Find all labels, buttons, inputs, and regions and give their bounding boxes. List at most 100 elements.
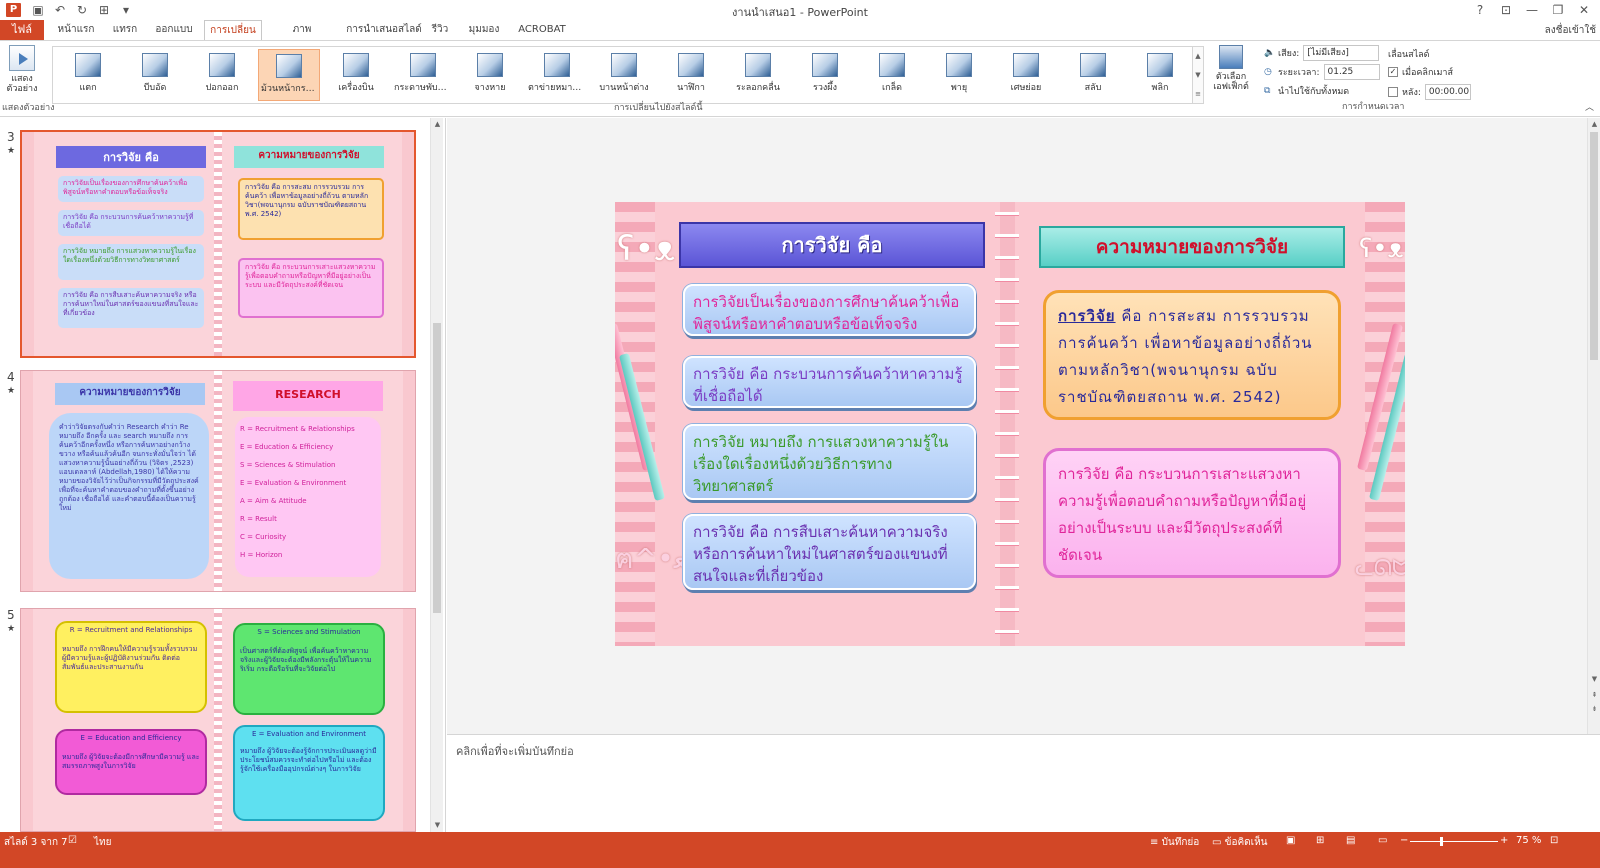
- transition-gallery: แตก บีบอัด ปอกออก ม้วนหน้ากระด... เครื่องบิน…: [52, 46, 1202, 104]
- duration-input[interactable]: 01.25: [1323, 64, 1380, 80]
- transition-icon: [343, 53, 369, 77]
- scroll-thumb[interactable]: [1590, 132, 1598, 360]
- transition-icon: [276, 54, 302, 78]
- zoom-in-icon[interactable]: +: [1500, 835, 1508, 846]
- transition-icon: [142, 53, 168, 77]
- transition-item[interactable]: เครื่องบิน: [325, 49, 387, 101]
- transition-item[interactable]: กระดาษพับญี่...: [392, 49, 454, 101]
- transition-label: ม้วนหน้ากระด...: [261, 84, 319, 94]
- transition-item[interactable]: จางหาย: [459, 49, 521, 101]
- transition-item[interactable]: ม้วนหน้ากระด...: [258, 49, 320, 101]
- slideshow-view-icon[interactable]: ▭: [1378, 835, 1387, 846]
- transition-item[interactable]: เกล็ด: [861, 49, 923, 101]
- slide-right-definition-2: การวิจัย คือ กระบวนการเสาะแสวงหาความรู้เ…: [1043, 448, 1341, 578]
- slide-number: 4: [7, 370, 15, 384]
- tab-review[interactable]: รีวิว: [428, 20, 452, 40]
- thumb-left-title: การวิจัย คือ: [56, 146, 206, 168]
- transition-item[interactable]: เศษย่อย: [995, 49, 1057, 101]
- tab-insert[interactable]: แทรก: [110, 20, 140, 40]
- minimize-icon[interactable]: —: [1520, 1, 1544, 19]
- zoom-out-icon[interactable]: −: [1400, 835, 1408, 846]
- duration-icon: ◷: [1264, 67, 1272, 77]
- current-slide[interactable]: ʕ•ᴥ•ʔ ʕ•ᴥ•ʔ ฅ^•ﻌ•^ฅ ᓚᘏᗢ การวิจัย คือ ควา…: [615, 202, 1405, 646]
- scroll-down-icon[interactable]: ▼: [1589, 674, 1600, 685]
- transition-item[interactable]: สลับ: [1062, 49, 1124, 101]
- transition-icon: [946, 53, 972, 77]
- thumbnail-scrollbar[interactable]: ▲ ▼: [430, 118, 443, 832]
- spellcheck-icon[interactable]: ☑: [68, 835, 77, 846]
- thumb-text: การวิจัย คือ การสะสม การรวบรวม การค้นคว้…: [238, 178, 384, 240]
- thumb-box: E = Education and Efficiency หมายถึง ผู้…: [55, 729, 207, 795]
- transition-label: เครื่องบิน: [338, 83, 374, 93]
- slide-thumbnail-4[interactable]: ความหมายของการวิจัย RESEARCH คำว่าวิจัยต…: [20, 370, 416, 592]
- transition-item[interactable]: บานหน้าต่าง: [593, 49, 655, 101]
- tab-animations[interactable]: ภาพเคลื่อนไหว: [270, 20, 334, 55]
- notes-pane[interactable]: คลิกเพื่อที่จะเพิ่มบันทึกย่อ: [447, 734, 1600, 832]
- transition-item[interactable]: บีบอัด: [124, 49, 186, 101]
- help-icon[interactable]: ?: [1468, 1, 1492, 19]
- next-slide-icon[interactable]: ⇟: [1589, 704, 1600, 715]
- advance-slide-label: เลื่อนสไลด์: [1388, 50, 1430, 60]
- language-indicator[interactable]: ไทย: [94, 835, 111, 850]
- normal-view-icon[interactable]: ▣: [1286, 835, 1295, 846]
- transition-label: บานหน้าต่าง: [599, 83, 649, 93]
- tab-transitions[interactable]: การเปลี่ยน: [204, 20, 262, 41]
- preview-button[interactable]: แสดงตัวอย่าง: [4, 45, 40, 103]
- tab-home[interactable]: หน้าแรก: [56, 20, 96, 40]
- transition-item[interactable]: พายุ: [928, 49, 990, 101]
- notes-button[interactable]: ≡ บันทึกย่อ: [1150, 835, 1199, 850]
- scroll-up-icon[interactable]: ▲: [1589, 119, 1600, 130]
- teddy-bear-icon: ʕ•ᴥ•ʔ: [1359, 234, 1405, 264]
- transition-item[interactable]: ระลอกคลื่น: [727, 49, 789, 101]
- close-icon[interactable]: ✕: [1572, 1, 1596, 19]
- transition-item[interactable]: นาฬิกา: [660, 49, 722, 101]
- sound-label: เสียง:: [1278, 49, 1300, 59]
- gallery-scroll[interactable]: ▲ ▼ ≡: [1192, 46, 1204, 104]
- restore-icon[interactable]: ❐: [1546, 1, 1570, 19]
- slide-sorter-icon[interactable]: ⊞: [1316, 835, 1324, 846]
- transition-icon: [678, 53, 704, 77]
- scroll-thumb[interactable]: [433, 323, 441, 613]
- on-click-checkbox[interactable]: ✓: [1388, 67, 1398, 77]
- transition-item[interactable]: รวงผึ้ง: [794, 49, 856, 101]
- tab-view[interactable]: มุมมอง: [464, 20, 504, 40]
- thumb-box: E = Evaluation and Environment หมายถึง ผ…: [233, 725, 385, 821]
- tab-file[interactable]: ไฟล์: [0, 20, 44, 40]
- slide-number: 5: [7, 608, 15, 622]
- zoom-slider[interactable]: [1410, 841, 1498, 842]
- collapse-ribbon-icon[interactable]: ︿: [1585, 100, 1594, 113]
- tab-design[interactable]: ออกแบบ: [152, 20, 196, 40]
- tab-slideshow[interactable]: การนำเสนอสไลด์: [344, 20, 424, 40]
- zoom-level[interactable]: 75 %: [1516, 835, 1541, 846]
- after-checkbox[interactable]: [1388, 87, 1398, 97]
- ribbon-display-icon[interactable]: ⊡: [1494, 1, 1518, 19]
- sound-select[interactable]: [ไม่มีเสียง]: [1303, 45, 1380, 61]
- slide-thumbnail-5[interactable]: R = Recruitment and Relationships หมายถึ…: [20, 608, 416, 832]
- transition-item[interactable]: แตก: [57, 49, 119, 101]
- apply-all-button[interactable]: นำไปใช้กับทั้งหมด: [1278, 84, 1349, 98]
- transition-item[interactable]: ปอกออก: [191, 49, 253, 101]
- ribbon-tabs: ไฟล์ หน้าแรก แทรก ออกแบบ การเปลี่ยน ภาพเ…: [0, 20, 1600, 55]
- tab-acrobat[interactable]: ACROBAT: [514, 20, 570, 40]
- after-input[interactable]: 00:00.00: [1424, 84, 1471, 100]
- slide-thumbnail-3[interactable]: การวิจัย คือ ความหมายของการวิจัย การวิจั…: [20, 130, 416, 358]
- transition-label: ระลอกคลื่น: [736, 83, 780, 93]
- transitions-group-label: การเปลี่ยนไปยังสไลด์นี้: [614, 103, 703, 113]
- research-list-item: S = Sciences & Stimulation: [240, 461, 336, 469]
- comments-button[interactable]: ▭ ข้อคิดเห็น: [1212, 835, 1268, 850]
- transition-item[interactable]: ตาข่ายหมากรุก: [526, 49, 588, 101]
- transition-item[interactable]: พลิก: [1129, 49, 1191, 101]
- zoom-slider-knob[interactable]: [1440, 837, 1443, 846]
- previous-slide-icon[interactable]: ⇞: [1589, 690, 1600, 701]
- scroll-down-icon[interactable]: ▼: [432, 820, 443, 831]
- thumb-box: R = Recruitment and Relationships หมายถึ…: [55, 621, 207, 713]
- fit-slide-icon[interactable]: ⊡: [1550, 835, 1558, 846]
- effect-options-button[interactable]: ตัวเลือกเอฟเฟ็กต์: [1208, 45, 1254, 103]
- scroll-up-icon[interactable]: ▲: [432, 119, 443, 130]
- slide-scrollbar[interactable]: ▲ ▼ ⇞ ⇟: [1587, 118, 1600, 734]
- transition-label: บีบอัด: [143, 83, 167, 93]
- reading-view-icon[interactable]: ▤: [1346, 835, 1355, 846]
- preview-icon: [9, 45, 35, 71]
- transition-star-icon: ★: [7, 624, 16, 634]
- signin-link[interactable]: ลงชื่อเข้าใช้: [1545, 23, 1596, 38]
